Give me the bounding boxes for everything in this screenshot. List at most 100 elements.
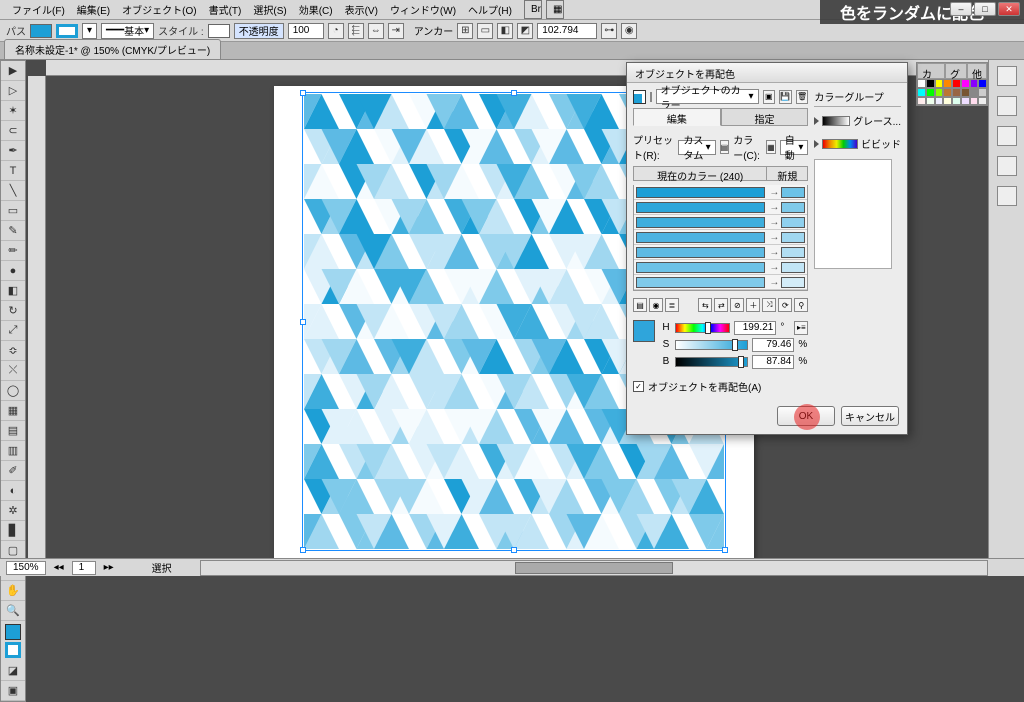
align-right-icon[interactable]: ⇥: [388, 23, 404, 39]
gradient-tool-icon[interactable]: ▥: [1, 441, 25, 461]
swatch-cell[interactable]: [970, 88, 979, 97]
separate-icon[interactable]: ⇄: [714, 298, 728, 312]
hue-value[interactable]: 199.21: [734, 321, 776, 335]
current-color-bar[interactable]: [636, 262, 765, 273]
color-row[interactable]: →: [634, 215, 807, 230]
menu-select[interactable]: 選択(S): [247, 0, 292, 20]
swatch-cell[interactable]: [943, 88, 952, 97]
x-field[interactable]: 102.794: [537, 23, 597, 39]
arrow-icon[interactable]: →: [767, 217, 781, 228]
shape-builder-tool-icon[interactable]: ◯: [1, 381, 25, 401]
artboard-nav[interactable]: 1: [72, 561, 96, 575]
swatch-cell[interactable]: [952, 88, 961, 97]
color-panel-icon[interactable]: [997, 66, 1017, 86]
nav-prev-icon[interactable]: ◂◂: [54, 562, 64, 573]
swatch-cell[interactable]: [961, 88, 970, 97]
menu-file[interactable]: ファイル(F): [6, 0, 71, 20]
paintbrush-tool-icon[interactable]: ✎: [1, 221, 25, 241]
bars-view-icon[interactable]: ≣: [665, 298, 679, 312]
link-icon[interactable]: ⊶: [601, 23, 617, 39]
new-color-chip[interactable]: [781, 217, 805, 228]
arrow-icon[interactable]: →: [767, 277, 781, 288]
swatch-grid[interactable]: [917, 79, 987, 105]
sat-slider[interactable]: [675, 340, 748, 350]
gradient-panel-icon[interactable]: [997, 156, 1017, 176]
menu-window[interactable]: ウィンドウ(W): [384, 0, 462, 20]
rectangle-tool-icon[interactable]: ▭: [1, 201, 25, 221]
bri-slider[interactable]: [675, 357, 748, 367]
magic-wand-tool-icon[interactable]: ✶: [1, 101, 25, 121]
zoom-tool-icon[interactable]: 🔍: [1, 601, 25, 621]
expand-icon[interactable]: [814, 117, 819, 125]
arrow-icon[interactable]: →: [767, 247, 781, 258]
perspective-tool-icon[interactable]: ▦: [1, 401, 25, 421]
swatch-cell[interactable]: [935, 97, 944, 106]
wheel-view-icon[interactable]: ◉: [649, 298, 663, 312]
eraser-tool-icon[interactable]: ◧: [1, 281, 25, 301]
transform-icon[interactable]: ▭: [477, 23, 493, 39]
scrollbar-thumb[interactable]: [515, 562, 672, 574]
color-row[interactable]: →: [634, 245, 807, 260]
swatch-cell[interactable]: [970, 97, 979, 106]
expand-icon[interactable]: [814, 140, 819, 148]
menu-type[interactable]: 書式(T): [203, 0, 248, 20]
color-row[interactable]: →: [634, 230, 807, 245]
zoom-field[interactable]: 150%: [6, 561, 46, 575]
swatch-cell[interactable]: [926, 88, 935, 97]
color-row[interactable]: →: [634, 275, 807, 290]
swatch-cell[interactable]: [917, 97, 926, 106]
fill-stroke-control[interactable]: [1, 621, 25, 661]
fill-swatch[interactable]: [30, 24, 52, 38]
swatch-cell[interactable]: [926, 97, 935, 106]
minimize-button[interactable]: –: [950, 2, 972, 16]
sat-value[interactable]: 79.46: [752, 338, 794, 352]
stroke-weight-dropdown[interactable]: ▾: [82, 23, 97, 39]
preset-dropdown[interactable]: カスタム ▾: [678, 140, 715, 155]
tab-edit[interactable]: 編集: [633, 108, 721, 126]
menu-help[interactable]: ヘルプ(H): [462, 0, 518, 20]
swatch-cell[interactable]: [961, 79, 970, 88]
isolate-icon[interactable]: ◧: [497, 23, 513, 39]
swatch-cell[interactable]: [917, 79, 926, 88]
color-group-item[interactable]: グレース...: [814, 111, 901, 130]
get-colors-dropdown[interactable]: オブジェクトのカラー ▾: [656, 89, 759, 104]
line-tool-icon[interactable]: ╲: [1, 181, 25, 201]
arrow-icon[interactable]: →: [767, 262, 781, 273]
swatches-panel-icon[interactable]: [997, 96, 1017, 116]
swatch-cell[interactable]: [926, 79, 935, 88]
swatch-cell[interactable]: [978, 97, 987, 106]
bri-value[interactable]: 87.84: [752, 355, 794, 369]
color-row[interactable]: →: [634, 260, 807, 275]
direct-selection-tool-icon[interactable]: ▷: [1, 81, 25, 101]
arrow-icon[interactable]: →: [767, 232, 781, 243]
new-color-chip[interactable]: [781, 232, 805, 243]
current-color-bar[interactable]: [636, 187, 765, 198]
selection-tool-icon[interactable]: ▶: [1, 61, 25, 81]
exclude-icon[interactable]: ⊘: [730, 298, 744, 312]
ok-button[interactable]: OK: [777, 406, 835, 426]
current-color-bar[interactable]: [636, 247, 765, 258]
menu-view[interactable]: 表示(V): [339, 0, 384, 20]
swatch-cell[interactable]: [952, 97, 961, 106]
scrollbar-horizontal[interactable]: [200, 560, 988, 576]
cancel-button[interactable]: キャンセル: [841, 406, 899, 426]
color-count-icon[interactable]: ▦: [766, 140, 776, 154]
opacity-value[interactable]: 100: [288, 23, 324, 39]
arrange-icon[interactable]: ▦: [546, 0, 564, 19]
arrow-icon[interactable]: →: [767, 202, 781, 213]
swatch-cell[interactable]: [970, 79, 979, 88]
menu-edit[interactable]: 編集(E): [71, 0, 116, 20]
random-order-icon[interactable]: ⤨: [762, 298, 776, 312]
colors-dropdown[interactable]: 自動 ▾: [780, 140, 809, 155]
swatch-cell[interactable]: [961, 97, 970, 106]
swatch-cell[interactable]: [917, 88, 926, 97]
swatch-cell[interactable]: [952, 79, 961, 88]
new-color-chip[interactable]: [781, 187, 805, 198]
rotate-tool-icon[interactable]: ↻: [1, 301, 25, 321]
color-row[interactable]: →: [634, 200, 807, 215]
ruler-vertical[interactable]: [28, 76, 46, 558]
swatch-cell[interactable]: [935, 79, 944, 88]
close-button[interactable]: ✕: [998, 2, 1020, 16]
type-tool-icon[interactable]: T: [1, 161, 25, 181]
recolor-icon[interactable]: ◔: [328, 23, 344, 39]
